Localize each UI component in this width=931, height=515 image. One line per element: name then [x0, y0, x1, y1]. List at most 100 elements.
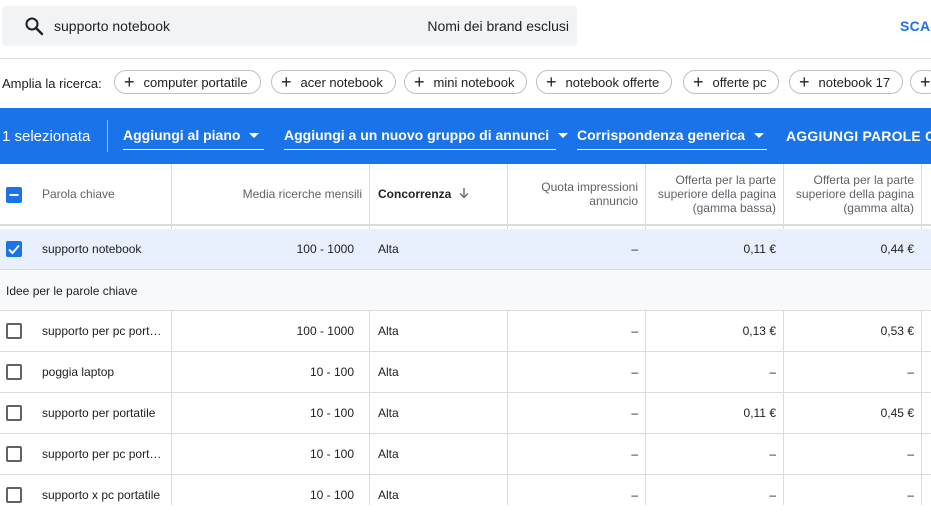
bid-low-cell: –: [769, 447, 776, 461]
chip-label: notebook 17: [818, 74, 891, 90]
plus-icon: +: [414, 72, 425, 92]
column-label: Offerta per la parte superiore della pag…: [657, 173, 776, 215]
column-header-bid-high[interactable]: Offerta per la parte superiore della pag…: [784, 164, 922, 224]
chip-computer-portatile[interactable]: + computer portatile: [114, 70, 261, 94]
bid-high-cell: 0,44 €: [880, 242, 914, 256]
bid-high-cell: 0,53 €: [880, 324, 914, 338]
plus-icon: +: [693, 72, 704, 92]
chip-label: offerte pc: [712, 74, 767, 90]
chip-label: notebook offerte: [565, 74, 660, 90]
chip-acer-notebook[interactable]: + acer notebook: [271, 70, 396, 94]
bid-low-cell: –: [769, 365, 776, 379]
table-row[interactable]: poggia laptop 10 - 100 Alta – – –: [0, 352, 931, 393]
competition-cell: Alta: [378, 324, 399, 338]
keyword-cell: supporto per pc port…: [42, 324, 162, 338]
selection-toolbar: 1 selezionata Aggiungi al piano Aggiungi…: [0, 108, 931, 164]
row-checkbox[interactable]: [6, 487, 22, 503]
column-label: Concorrenza: [378, 187, 452, 201]
chip-more[interactable]: +: [910, 70, 931, 94]
match-type-dropdown[interactable]: Corrispondenza generica: [577, 127, 767, 150]
search-input[interactable]: supporto notebook: [54, 18, 170, 34]
impression-share-cell: –: [631, 488, 638, 502]
impression-share-cell: –: [631, 324, 638, 338]
impression-share-cell: –: [631, 406, 638, 420]
search-header: supporto notebook Nomi dei brand esclusi…: [0, 0, 931, 58]
monthly-searches-cell: 100 - 1000: [296, 242, 354, 256]
chip-offerte-pc[interactable]: + offerte pc: [683, 70, 780, 94]
column-header-bid-low[interactable]: Offerta per la parte superiore della pag…: [646, 164, 784, 224]
chip-label: computer portatile: [143, 74, 248, 90]
bid-high-cell: 0,45 €: [880, 406, 914, 420]
chip-label: acer notebook: [300, 74, 383, 90]
plus-icon: +: [124, 72, 135, 92]
row-checkbox[interactable]: [6, 446, 22, 462]
keyword-cell: supporto notebook: [42, 242, 142, 256]
plus-icon: +: [799, 72, 810, 92]
bid-low-cell: –: [769, 488, 776, 502]
keyword-cell: supporto per portatile: [42, 406, 156, 420]
caret-down-icon: [754, 133, 765, 138]
chip-notebook-offerte[interactable]: + notebook offerte: [536, 70, 673, 94]
monthly-searches-cell: 10 - 100: [309, 406, 354, 420]
impression-share-cell: –: [631, 365, 638, 379]
competition-cell: Alta: [378, 365, 399, 379]
broaden-search-bar: Amplia la ricerca: + computer portatile +…: [0, 59, 931, 107]
column-header-keyword[interactable]: Parola chiave: [42, 164, 172, 224]
table-row-selected[interactable]: supporto notebook 100 - 1000 Alta – 0,11…: [0, 229, 931, 270]
row-checkbox[interactable]: [6, 364, 22, 380]
impression-share-cell: –: [631, 242, 638, 256]
column-label: Quota impressioni annuncio: [541, 180, 638, 208]
monthly-searches-cell: 10 - 100: [309, 365, 354, 379]
excluded-brands-link[interactable]: Nomi dei brand esclusi: [427, 18, 569, 34]
add-to-new-ad-group-dropdown[interactable]: Aggiungi a un nuovo gruppo di annunci: [284, 127, 569, 150]
dropdown-label: Aggiungi a un nuovo gruppo di annunci: [284, 127, 550, 143]
bid-low-cell: 0,11 €: [743, 242, 776, 256]
select-all-checkbox[interactable]: [6, 187, 22, 203]
competition-cell: Alta: [378, 242, 399, 256]
plus-icon: +: [546, 72, 557, 92]
row-checkbox-checked[interactable]: [6, 241, 22, 257]
column-header-monthly-searches[interactable]: Media ricerche mensili: [172, 164, 370, 224]
search-icon[interactable]: [24, 16, 44, 36]
column-label: Media ricerche mensili: [242, 187, 362, 201]
table-row[interactable]: supporto per portatile 10 - 100 Alta – 0…: [0, 393, 931, 434]
bid-low-cell: 0,13 €: [742, 324, 776, 338]
chip-mini-notebook[interactable]: + mini notebook: [404, 70, 528, 94]
download-button[interactable]: SCAI: [900, 18, 931, 34]
table-row[interactable]: supporto per pc port… 10 - 100 Alta – – …: [0, 434, 931, 475]
section-label: Idee per le parole chiave: [6, 284, 138, 298]
chip-notebook-17[interactable]: + notebook 17: [789, 70, 904, 94]
row-checkbox[interactable]: [6, 323, 22, 339]
competition-cell: Alta: [378, 406, 399, 420]
bid-high-cell: –: [907, 447, 914, 461]
row-checkbox[interactable]: [6, 405, 22, 421]
plus-icon: +: [920, 72, 931, 92]
monthly-searches-cell: 10 - 100: [309, 488, 354, 502]
table-row[interactable]: supporto per pc port… 100 - 1000 Alta – …: [0, 311, 931, 352]
dropdown-label: Aggiungi al piano: [123, 127, 241, 143]
toolbar-divider: [107, 120, 108, 152]
competition-cell: Alta: [378, 488, 399, 502]
caret-down-icon: [249, 133, 260, 138]
broaden-search-label: Amplia la ricerca:: [2, 76, 102, 91]
keyword-search-box[interactable]: supporto notebook Nomi dei brand esclusi: [2, 6, 577, 46]
chip-label: mini notebook: [433, 74, 515, 90]
impression-share-cell: –: [631, 447, 638, 461]
selected-count: 1 selezionata: [2, 128, 91, 145]
monthly-searches-cell: 10 - 100: [309, 447, 354, 461]
column-header-competition[interactable]: Concorrenza: [370, 164, 508, 224]
column-label: Offerta per la parte superiore della pag…: [795, 173, 914, 215]
plus-icon: +: [281, 72, 292, 92]
column-header-impression-share[interactable]: Quota impressioni annuncio: [508, 164, 646, 224]
bid-high-cell: –: [907, 488, 914, 502]
dropdown-label: Corrispondenza generica: [577, 127, 746, 143]
keyword-cell: supporto x pc portatile: [42, 488, 161, 502]
table-row[interactable]: supporto x pc portatile 10 - 100 Alta – …: [0, 475, 931, 505]
bid-low-cell: 0,11 €: [743, 406, 776, 420]
add-to-plan-dropdown[interactable]: Aggiungi al piano: [123, 127, 264, 150]
add-keywords-button[interactable]: AGGIUNGI PAROLE CH: [786, 128, 931, 144]
keyword-ideas-section: Idee per le parole chiave: [0, 270, 931, 311]
table-header: Parola chiave Media ricerche mensili Con…: [0, 164, 931, 226]
competition-cell: Alta: [378, 447, 399, 461]
arrow-down-icon: [459, 187, 469, 202]
